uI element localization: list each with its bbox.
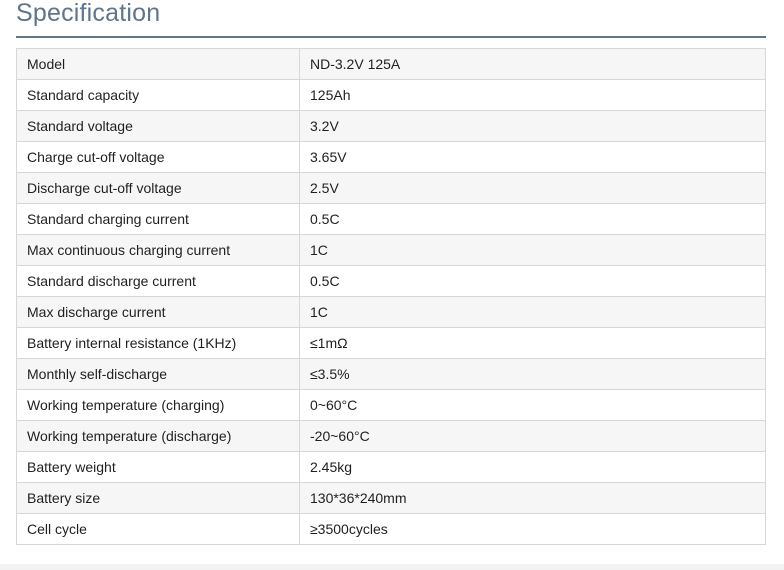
row-value: 1C <box>299 234 766 266</box>
table-row: Battery weight 2.45kg <box>16 451 766 483</box>
row-parameter: Max continuous charging current <box>16 234 300 266</box>
row-value: 0.5C <box>299 203 766 235</box>
table-row: Monthly self-discharge ≤3.5% <box>16 358 766 390</box>
row-value: 3.2V <box>299 110 766 142</box>
specification-table: Model ND-3.2V 125A Standard capacity 125… <box>16 48 766 545</box>
row-parameter: Working temperature (discharge) <box>16 420 300 452</box>
table-row: Max continuous charging current 1C <box>16 234 766 266</box>
row-parameter: Model <box>16 48 300 80</box>
table-row: Standard capacity 125Ah <box>16 79 766 111</box>
table-row: Standard charging current 0.5C <box>16 203 766 235</box>
page-bottom-edge <box>0 564 784 570</box>
row-parameter: Standard capacity <box>16 79 300 111</box>
table-row: Model ND-3.2V 125A <box>16 48 766 80</box>
row-parameter: Battery weight <box>16 451 300 483</box>
table-row: Standard voltage 3.2V <box>16 110 766 142</box>
specification-table-body: Model ND-3.2V 125A Standard capacity 125… <box>16 48 766 545</box>
row-value: ≤1mΩ <box>299 327 766 359</box>
row-parameter: Standard discharge current <box>16 265 300 297</box>
row-value: -20~60°C <box>299 420 766 452</box>
row-value: 2.45kg <box>299 451 766 483</box>
table-row: Working temperature (charging) 0~60°C <box>16 389 766 421</box>
section-heading: Specification <box>16 0 161 27</box>
row-parameter: Max discharge current <box>16 296 300 328</box>
row-value: ND-3.2V 125A <box>299 48 766 80</box>
row-parameter: Battery internal resistance (1KHz) <box>16 327 300 359</box>
row-value: ≤3.5% <box>299 358 766 390</box>
row-parameter: Standard charging current <box>16 203 300 235</box>
row-parameter: Cell cycle <box>16 513 300 545</box>
row-value: 1C <box>299 296 766 328</box>
table-row: Battery internal resistance (1KHz) ≤1mΩ <box>16 327 766 359</box>
table-row: Working temperature (discharge) -20~60°C <box>16 420 766 452</box>
row-parameter: Charge cut-off voltage <box>16 141 300 173</box>
row-parameter: Working temperature (charging) <box>16 389 300 421</box>
row-value: 130*36*240mm <box>299 482 766 514</box>
row-value: 3.65V <box>299 141 766 173</box>
row-parameter: Battery size <box>16 482 300 514</box>
row-value: 125Ah <box>299 79 766 111</box>
row-parameter: Discharge cut-off voltage <box>16 172 300 204</box>
table-row: Standard discharge current 0.5C <box>16 265 766 297</box>
table-row: Charge cut-off voltage 3.65V <box>16 141 766 173</box>
row-value: ≥3500cycles <box>299 513 766 545</box>
row-value: 0.5C <box>299 265 766 297</box>
row-value: 2.5V <box>299 172 766 204</box>
row-parameter: Standard voltage <box>16 110 300 142</box>
heading-underline <box>16 36 766 38</box>
row-parameter: Monthly self-discharge <box>16 358 300 390</box>
row-value: 0~60°C <box>299 389 766 421</box>
table-row: Discharge cut-off voltage 2.5V <box>16 172 766 204</box>
table-row: Max discharge current 1C <box>16 296 766 328</box>
specification-section: Specification Model ND-3.2V 125A Standar… <box>0 0 784 570</box>
table-row: Cell cycle ≥3500cycles <box>16 513 766 545</box>
table-row: Battery size 130*36*240mm <box>16 482 766 514</box>
